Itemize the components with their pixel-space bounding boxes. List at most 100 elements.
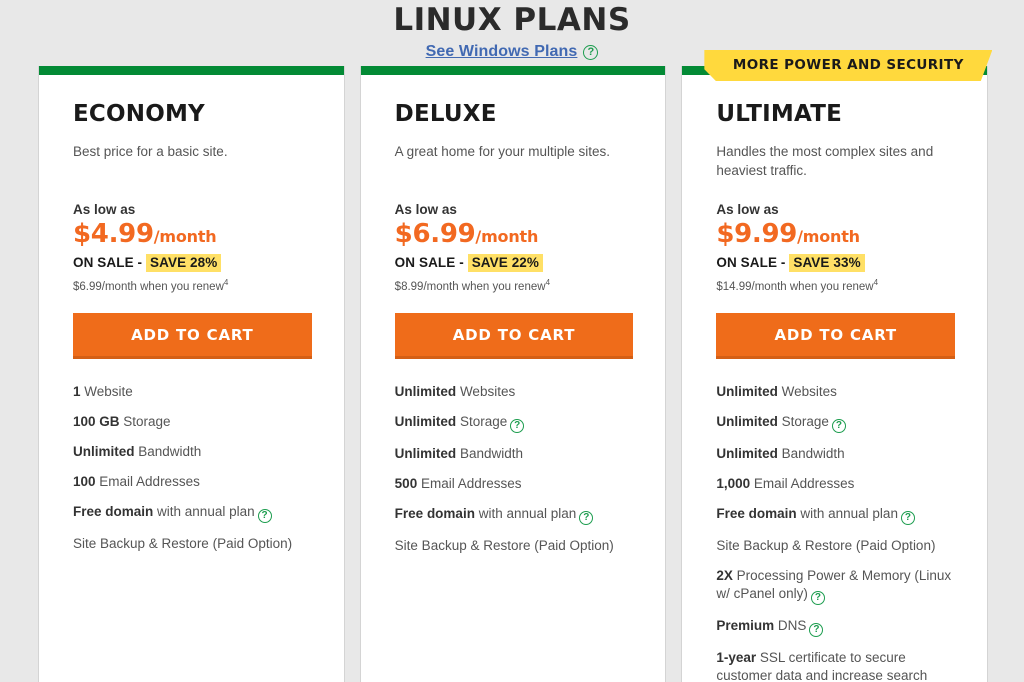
plan-description: Handles the most complex sites and heavi… xyxy=(716,144,934,178)
feature-text: Processing Power & Memory (Linux w/ cPan… xyxy=(716,567,952,601)
feature-text: with annual plan xyxy=(796,505,898,521)
plan-name: ECONOMY xyxy=(73,101,205,127)
feature-highlight: 2X xyxy=(716,567,733,583)
feature-highlight: Unlimited xyxy=(394,383,457,399)
feature-item: 1,000 Email Addresses xyxy=(716,475,955,493)
feature-item: Unlimited Bandwidth xyxy=(716,445,955,463)
feature-item: 1 Website xyxy=(73,383,312,401)
feature-text: Storage xyxy=(456,413,508,429)
feature-item: Unlimited Bandwidth xyxy=(73,443,312,461)
card-top-accent-bar xyxy=(360,66,666,75)
feature-item: Free domain with annual plan? xyxy=(395,505,634,525)
on-sale-prefix: ON SALE - xyxy=(394,255,468,270)
help-icon[interactable]: ? xyxy=(809,622,824,637)
help-icon[interactable]: ? xyxy=(583,44,599,60)
help-icon[interactable]: ? xyxy=(579,510,594,525)
feature-list: Unlimited Websites Unlimited Storage? Unli… xyxy=(716,383,955,682)
feature-highlight: Unlimited xyxy=(716,413,778,429)
plan-cards-container: ECONOMY Best price for a basic site. As lo… xyxy=(38,50,993,682)
feature-text: with annual plan xyxy=(153,503,255,519)
feature-text: Bandwidth xyxy=(456,445,523,461)
see-windows-plans-link[interactable]: See Windows Plans xyxy=(426,43,578,61)
feature-highlight: 1,000 xyxy=(716,475,751,491)
as-low-as-label: As low as xyxy=(73,202,136,217)
renewal-text: $6.99/month when you renew xyxy=(73,280,224,293)
feature-text: Site Backup & Restore (Paid Option) xyxy=(716,537,936,553)
on-sale-line: ON SALE - SAVE 33% xyxy=(716,254,955,272)
feature-highlight: Free domain xyxy=(716,505,797,521)
help-icon[interactable]: ? xyxy=(810,590,825,605)
feature-text: Site Backup & Restore (Paid Option) xyxy=(73,535,293,551)
renewal-footnote: 4 xyxy=(545,278,551,287)
feature-text: Storage xyxy=(777,413,829,429)
on-sale-prefix: ON SALE - xyxy=(73,255,147,270)
card-body: ULTIMATE Handles the most complex sites a… xyxy=(682,75,987,682)
save-badge: SAVE 28% xyxy=(146,254,222,272)
price-period: /month xyxy=(797,227,860,246)
feature-item: Unlimited Websites xyxy=(395,383,634,401)
as-low-as-label: As low as xyxy=(394,202,457,217)
renewal-text: $14.99/month when you renew xyxy=(716,280,874,293)
plan-card-ultimate: MORE POWER AND SECURITY ULTIMATE Handles t… xyxy=(681,50,993,682)
add-to-cart-button[interactable]: ADD TO CART xyxy=(394,312,634,359)
plan-card-economy: ECONOMY Best price for a basic site. As lo… xyxy=(38,66,345,682)
feature-item: Site Backup & Restore (Paid Option) xyxy=(73,535,312,553)
plan-description: Best price for a basic site. xyxy=(73,144,228,159)
feature-highlight: Unlimited xyxy=(73,443,135,459)
price-block: As low as $4.99/month ON SALE - SAVE 28% $6… xyxy=(73,201,312,295)
feature-text: Email Addresses xyxy=(95,473,200,489)
feature-item: Free domain with annual plan? xyxy=(73,503,312,523)
feature-item: Unlimited Websites xyxy=(716,383,955,401)
feature-item: Premium DNS? xyxy=(716,617,955,637)
feature-highlight: 500 xyxy=(394,475,418,491)
feature-text: Bandwidth xyxy=(134,443,202,459)
price-amount: $9.99 xyxy=(716,219,798,249)
plan-name: ULTIMATE xyxy=(716,101,843,127)
feature-list: Unlimited Websites Unlimited Storage? Unli… xyxy=(395,383,634,555)
promo-banner: MORE POWER AND SECURITY xyxy=(704,50,993,81)
feature-highlight: Unlimited xyxy=(716,445,778,461)
feature-item: 500 Email Addresses xyxy=(395,475,634,493)
feature-highlight: Premium xyxy=(716,617,775,633)
save-badge: SAVE 33% xyxy=(789,254,865,272)
add-to-cart-button[interactable]: ADD TO CART xyxy=(716,312,956,359)
feature-text: Storage xyxy=(119,413,171,429)
feature-text: Bandwidth xyxy=(777,445,845,461)
feature-item: 2X Processing Power & Memory (Linux w/ c… xyxy=(716,567,955,605)
feature-item: 100 Email Addresses xyxy=(73,473,312,491)
feature-text: DNS xyxy=(774,617,807,633)
feature-item: Unlimited Storage? xyxy=(395,413,634,433)
renewal-text: $8.99/month when you renew xyxy=(394,280,546,293)
feature-highlight: Unlimited xyxy=(716,383,778,399)
feature-highlight: 100 GB xyxy=(73,413,120,429)
help-icon[interactable]: ? xyxy=(257,508,272,523)
price-amount: $6.99 xyxy=(394,219,476,249)
price-amount: $4.99 xyxy=(73,219,154,249)
help-icon[interactable]: ? xyxy=(900,510,915,525)
feature-highlight: 100 xyxy=(73,473,96,489)
feature-highlight: Free domain xyxy=(73,503,154,519)
feature-text: Websites xyxy=(456,383,516,399)
help-icon[interactable]: ? xyxy=(510,418,525,433)
renewal-price-note: $14.99/month when you renew4 xyxy=(716,275,955,295)
add-to-cart-button[interactable]: ADD TO CART xyxy=(73,312,312,359)
feature-text: Email Addresses xyxy=(750,475,855,491)
card-body: ECONOMY Best price for a basic site. As lo… xyxy=(39,75,344,585)
feature-text: Websites xyxy=(777,383,837,399)
price-period: /month xyxy=(153,227,217,246)
feature-highlight: Unlimited xyxy=(394,413,457,429)
plan-description: A great home for your multiple sites. xyxy=(394,144,611,159)
feature-item: Site Backup & Restore (Paid Option) xyxy=(716,537,955,555)
feature-highlight: 1-year xyxy=(716,649,757,665)
feature-text: Email Addresses xyxy=(417,475,522,491)
feature-highlight: 1 xyxy=(73,383,81,399)
feature-text: with annual plan xyxy=(474,505,577,521)
feature-text: Site Backup & Restore (Paid Option) xyxy=(394,537,614,553)
card-body: DELUXE A great home for your multiple sit… xyxy=(361,75,666,587)
feature-text: Website xyxy=(80,383,133,399)
feature-list: 1 Website 100 GB Storage Unlimited Bandwid… xyxy=(73,383,312,553)
help-icon[interactable]: ? xyxy=(831,418,846,433)
feature-item: Unlimited Bandwidth xyxy=(395,445,634,463)
feature-highlight: Unlimited xyxy=(394,445,457,461)
as-low-as-label: As low as xyxy=(716,202,779,217)
